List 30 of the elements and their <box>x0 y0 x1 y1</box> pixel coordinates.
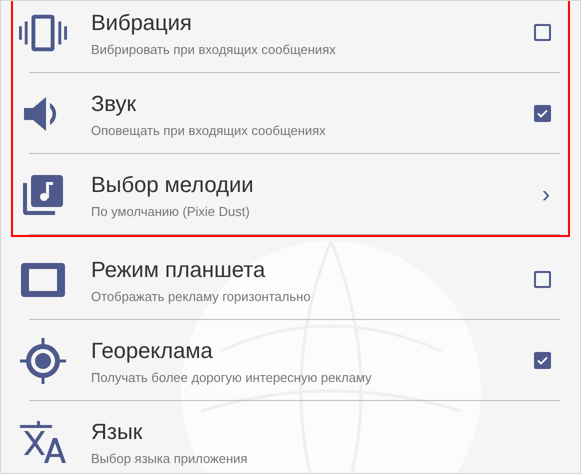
checkbox[interactable] <box>534 105 551 122</box>
setting-title: Выбор мелодии <box>91 172 255 198</box>
setting-description: Отображать рекламу горизонтально <box>91 288 312 306</box>
setting-description: Оповещать при входящих сообщениях <box>91 122 327 140</box>
setting-title: Язык <box>91 418 144 445</box>
translate-icon <box>20 420 66 462</box>
setting-description: Выбор языка приложения <box>91 450 248 468</box>
settings-row[interactable]: Выбор мелодии По умолчанию (Pixie Dust) › <box>13 154 568 235</box>
vibration-icon <box>19 14 67 52</box>
settings-row[interactable]: Вибрация Вибрировать при входящих сообщениях <box>13 1 568 73</box>
setting-title: Режим планшета <box>91 256 266 283</box>
tablet-icon <box>21 262 65 296</box>
check-icon <box>537 109 548 118</box>
checkbox[interactable] <box>534 352 551 369</box>
location-target-icon <box>20 338 66 384</box>
settings-row[interactable]: Режим планшета Отображать рекламу горизонтально <box>13 239 568 320</box>
check-icon <box>537 356 548 365</box>
setting-title: Вибрация <box>91 10 193 36</box>
music-note-icon <box>23 174 63 214</box>
settings-row[interactable]: Язык Выбор языка приложения <box>13 401 568 473</box>
setting-title: Геореклама <box>91 338 214 364</box>
settings-row[interactable]: Геореклама Получать более дорогую интересную рекламу <box>13 320 568 401</box>
setting-description: Вибрировать при входящих сообщениях <box>91 40 337 59</box>
setting-description: Получать более дорогую интересную рекламу <box>91 368 373 387</box>
checkbox[interactable] <box>534 271 551 288</box>
setting-description: По умолчанию (Pixie Dust) <box>91 202 251 221</box>
chevron-icon: › <box>542 182 550 206</box>
setting-title: Звук <box>91 90 138 117</box>
checkbox[interactable] <box>534 24 551 41</box>
settings-row[interactable]: Звук Оповещать при входящих сообщениях <box>13 73 568 154</box>
